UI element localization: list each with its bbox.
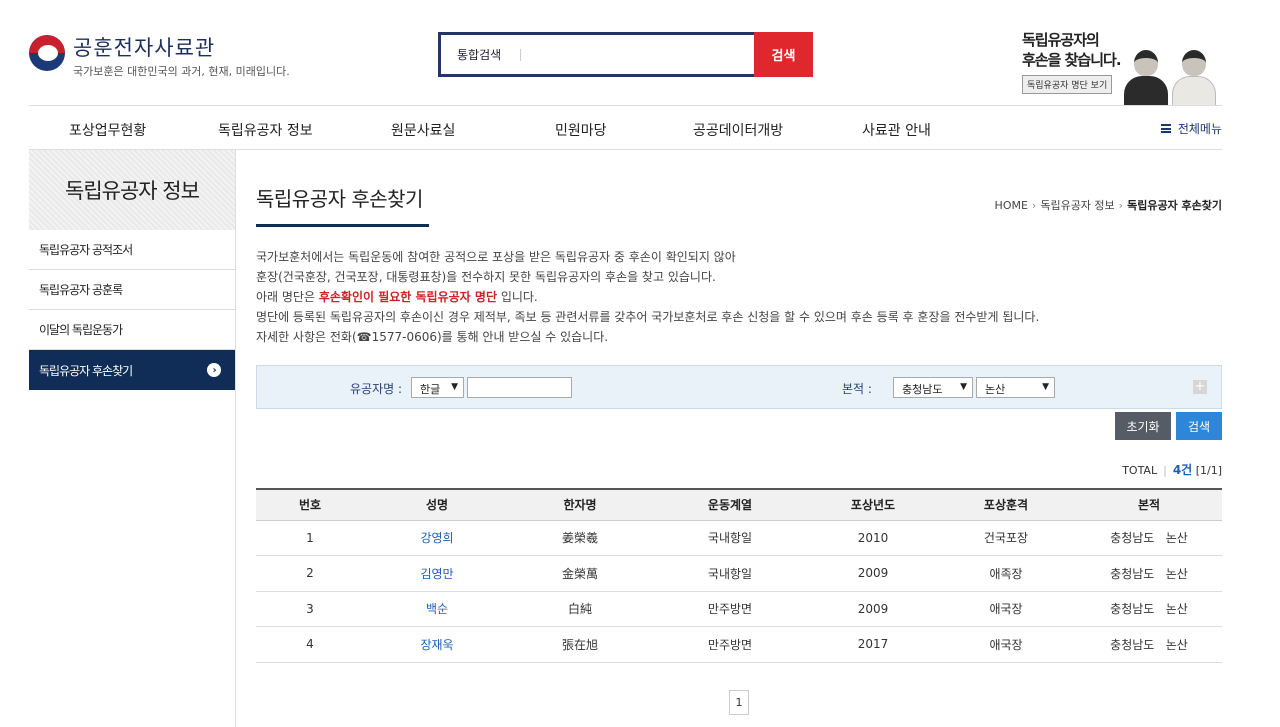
name-search-input[interactable] (467, 377, 572, 398)
promo-title-line1: 독립유공자의 (1022, 31, 1100, 49)
side-menu: 독립유공자 정보 독립유공자 공적조서 독립유공자 공훈록 이달의 독립운동가 … (29, 150, 236, 727)
col-header-award-year: 포상년도 (810, 488, 936, 521)
breadcrumb-patriot-info[interactable]: 독립유공자 정보 (1040, 199, 1114, 212)
side-menu-title: 독립유공자 정보 (29, 150, 235, 230)
name-type-select[interactable]: 한글 (411, 377, 464, 398)
patriot-name-link[interactable]: 강영희 (364, 520, 510, 556)
portrait-woman-image (1172, 50, 1216, 106)
gnb-item-patriot-info[interactable]: 독립유공자 정보 (218, 120, 313, 140)
descendant-search-promo: 독립유공자의 후손을 찾습니다. 독립유공자 명단 보기 (1022, 30, 1222, 106)
page-title-underline (256, 224, 429, 227)
page-description: 국가보훈처에서는 독립운동에 참여한 공적으로 포상을 받은 독립유공자 중 후… (256, 250, 1040, 344)
site-title: 공훈전자사료관 (73, 36, 216, 60)
province-select[interactable]: 충청남도 (893, 377, 973, 398)
side-item-find-descendants[interactable]: 독립유공자 후손찾기 › (29, 350, 235, 390)
table-row: 1 강영희 姜榮羲 국내항일 2010 건국포장 충청남도 논산 (256, 520, 1222, 556)
origin-filter-label: 본적 : (842, 382, 872, 396)
result-count: 4건 (1172, 463, 1193, 477)
page-title: 독립유공자 후손찾기 (256, 187, 423, 211)
side-item-merit-book[interactable]: 독립유공자 공훈록 (29, 270, 235, 310)
arrow-right-circle-icon: › (207, 363, 221, 377)
col-header-hanja: 한자명 (510, 488, 650, 521)
search-type-label[interactable]: 통합검색 (441, 35, 521, 74)
all-menu-button[interactable]: 전체메뉴 (1160, 120, 1222, 137)
global-search: 통합검색 검색 (438, 32, 813, 77)
col-header-origin: 본적 (1076, 488, 1222, 521)
hamburger-icon (1160, 124, 1171, 133)
patriot-name-link[interactable]: 장재욱 (364, 626, 510, 663)
promo-list-button[interactable]: 독립유공자 명단 보기 (1022, 75, 1113, 94)
taegeuk-emblem-icon (29, 35, 65, 71)
col-header-movement: 운동계열 (650, 488, 810, 521)
col-header-award-class: 포상훈격 (936, 488, 1076, 521)
breadcrumb-current: 독립유공자 후손찾기 (1127, 199, 1222, 212)
table-header-row: 번호 성명 한자명 운동계열 포상년도 포상훈격 본적 (256, 488, 1222, 521)
table-row: 2 김영만 金榮萬 국내항일 2009 애족장 충청남도 논산 (256, 555, 1222, 592)
global-search-button[interactable]: 검색 (754, 32, 813, 77)
highlight-text: 후손확인이 필요한 독립유공자 명단 (318, 290, 497, 304)
gnb-item-about[interactable]: 사료관 안내 (862, 120, 931, 140)
side-item-monthly-activist[interactable]: 이달의 독립운동가 (29, 310, 235, 350)
gnb-item-open-data[interactable]: 공공데이터개방 (693, 120, 783, 140)
gnb-item-archive[interactable]: 원문사료실 (391, 120, 455, 140)
city-select[interactable]: 논산 (976, 377, 1055, 398)
site-slogan: 국가보훈은 대한민국의 과거, 현재, 미래입니다. (73, 65, 290, 78)
plus-icon[interactable]: + (1193, 380, 1207, 394)
gnb-item-civil-service[interactable]: 민원마당 (555, 120, 607, 140)
site-logo[interactable]: 공훈전자사료관 국가보훈은 대한민국의 과거, 현재, 미래입니다. (29, 35, 290, 79)
page-button-1[interactable]: 1 (729, 690, 749, 715)
search-filter-box: 유공자명 : 한글 본적 : 충청남도 논산 + (256, 365, 1222, 409)
main-navigation: 포상업무현황 독립유공자 정보 원문사료실 민원마당 공공데이터개방 사료관 안… (29, 106, 1222, 150)
all-menu-label: 전체메뉴 (1177, 122, 1222, 136)
patriot-name-link[interactable]: 김영만 (364, 555, 510, 592)
reset-button[interactable]: 초기화 (1115, 412, 1171, 440)
search-button[interactable]: 검색 (1176, 412, 1222, 440)
patriot-name-link[interactable]: 백순 (364, 591, 510, 627)
results-table: 번호 성명 한자명 운동계열 포상년도 포상훈격 본적 1 강영희 姜榮羲 국내… (256, 488, 1222, 663)
gnb-item-award-status[interactable]: 포상업무현황 (69, 120, 146, 140)
page: 공훈전자사료관 국가보훈은 대한민국의 과거, 현재, 미래입니다. 통합검색 … (0, 0, 1280, 727)
global-search-input[interactable] (521, 35, 754, 74)
table-row: 3 백순 白純 만주방면 2009 애국장 충청남도 논산 (256, 591, 1222, 627)
breadcrumb-home[interactable]: HOME (995, 199, 1028, 212)
col-header-name: 성명 (364, 488, 510, 521)
result-pages: [1/1] (1195, 464, 1222, 477)
col-header-number: 번호 (256, 488, 364, 521)
table-row: 4 장재욱 張在旭 만주방면 2017 애국장 충청남도 논산 (256, 626, 1222, 663)
name-filter-label: 유공자명 : (350, 382, 403, 396)
side-item-merit-record[interactable]: 독립유공자 공적조서 (29, 230, 235, 270)
result-total: TOTAL | 4건 [1/1] (1122, 463, 1222, 477)
breadcrumb: HOME › 독립유공자 정보 › 독립유공자 후손찾기 (994, 199, 1222, 212)
portrait-man-image (1124, 50, 1168, 106)
